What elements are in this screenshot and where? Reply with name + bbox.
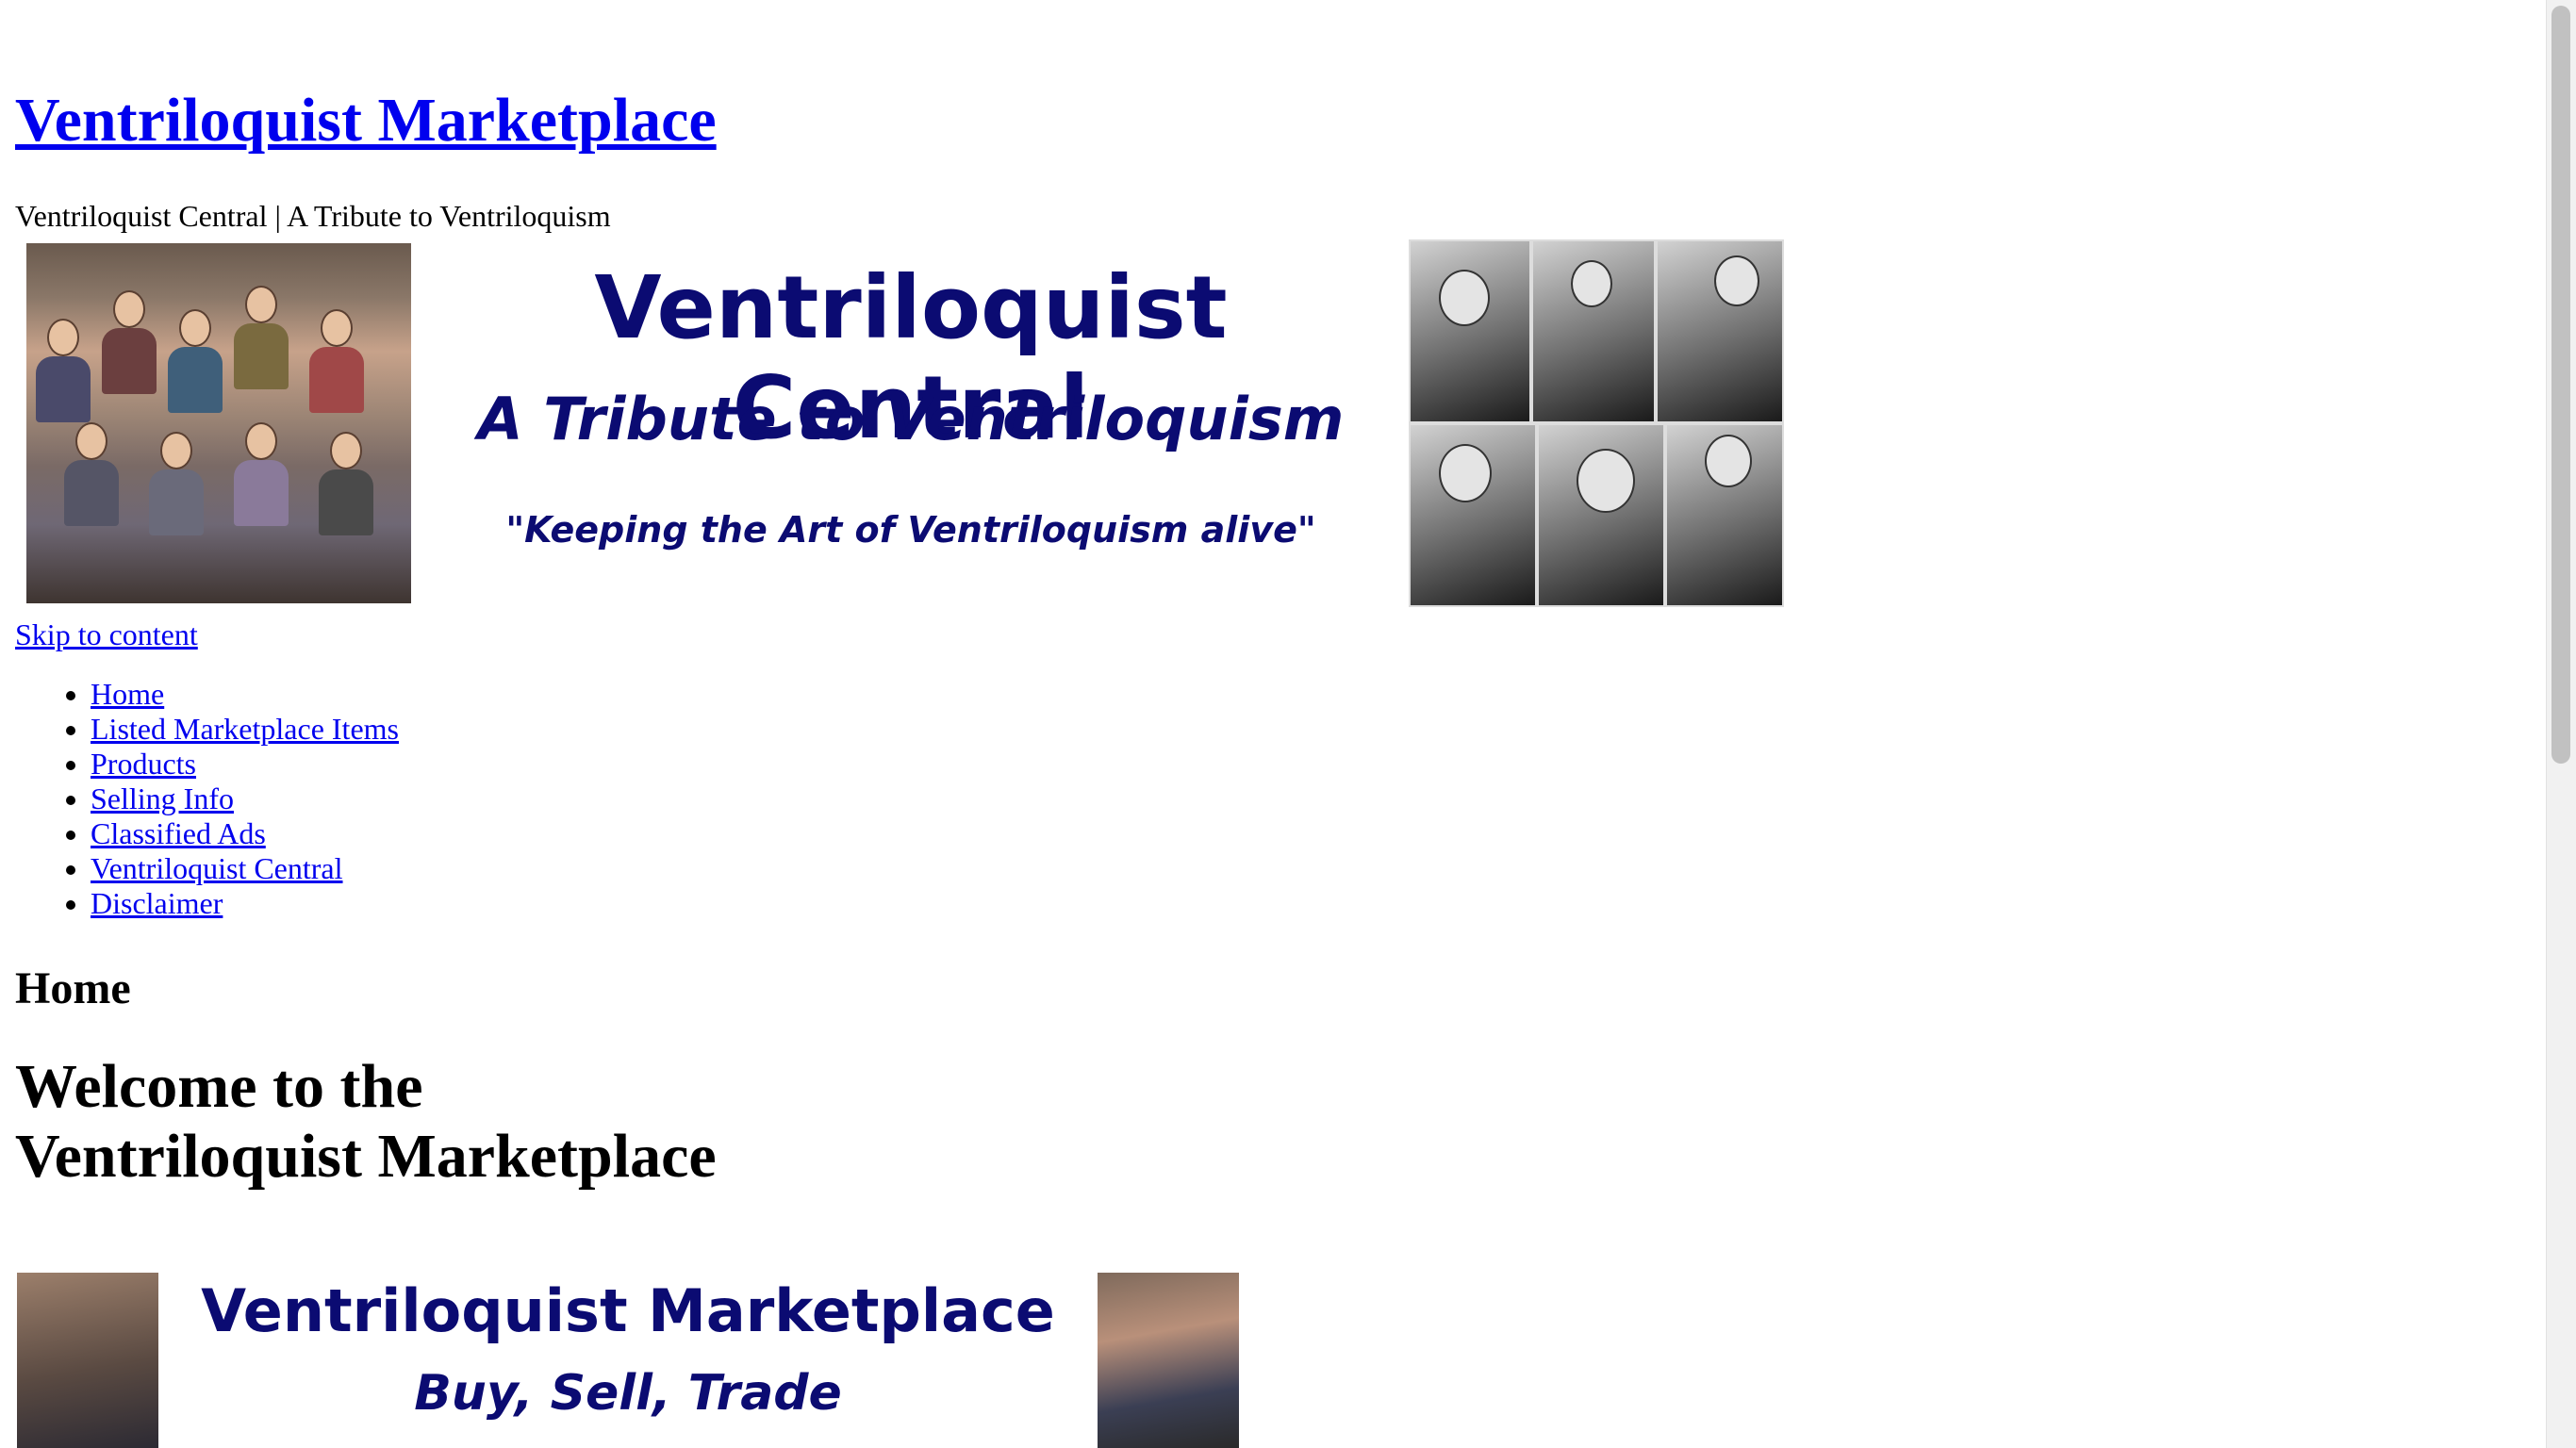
nav-item-products: Products <box>91 747 399 782</box>
nav-link-listed-marketplace-items[interactable]: Listed Marketplace Items <box>91 712 399 746</box>
page-title: Home <box>15 963 131 1013</box>
ventriloquists-collage <box>1409 239 1784 607</box>
banner-text: Ventriloquist Central A Tribute to Ventr… <box>421 239 1401 607</box>
nav-item-selling-info: Selling Info <box>91 782 399 816</box>
nav-link-ventriloquist-central[interactable]: Ventriloquist Central <box>91 851 343 885</box>
nav-item-disclaimer: Disclaimer <box>91 886 399 921</box>
marketplace-banner: Ventriloquist Marketplace Buy, Sell, Tra… <box>17 1271 1241 1448</box>
skip-to-content-link[interactable]: Skip to content <box>15 617 198 652</box>
vertical-scrollbar[interactable] <box>2546 0 2576 1448</box>
welcome-line-2: Ventriloquist Marketplace <box>15 1122 717 1191</box>
header-banner: Ventriloquist Central A Tribute to Ventr… <box>15 239 1784 607</box>
nav-link-selling-info[interactable]: Selling Info <box>91 782 234 815</box>
nav-link-classified-ads[interactable]: Classified Ads <box>91 816 266 850</box>
site-title-link[interactable]: Ventriloquist Marketplace <box>15 86 717 155</box>
nav-item-listed-marketplace-items: Listed Marketplace Items <box>91 712 399 747</box>
banner-subtitle: A Tribute to Ventriloquism <box>477 385 1345 453</box>
welcome-heading: Welcome to the Ventriloquist Marketplace <box>15 1052 717 1192</box>
banner-slogan: "Keeping the Art of Ventriloquism alive" <box>505 509 1316 551</box>
welcome-line-1: Welcome to the <box>15 1052 423 1121</box>
nav-item-ventriloquist-central: Ventriloquist Central <box>91 851 399 886</box>
page: Ventriloquist Marketplace Ventriloquist … <box>0 0 2546 1448</box>
dummies-group-photo <box>26 243 411 603</box>
nav-link-products[interactable]: Products <box>91 747 196 781</box>
marketplace-banner-title: Ventriloquist Marketplace <box>201 1276 1055 1345</box>
dummy-photo-left <box>17 1273 158 1448</box>
nav-link-home[interactable]: Home <box>91 677 164 711</box>
nav-link-disclaimer[interactable]: Disclaimer <box>91 886 223 920</box>
site-title: Ventriloquist Marketplace <box>15 83 717 157</box>
nav-item-home: Home <box>91 677 399 712</box>
dummy-photo-right <box>1098 1273 1239 1448</box>
site-tagline: Ventriloquist Central | A Tribute to Ven… <box>15 199 611 233</box>
main-navigation: Home Listed Marketplace Items Products S… <box>15 677 399 921</box>
scrollbar-thumb[interactable] <box>2551 6 2570 764</box>
nav-item-classified-ads: Classified Ads <box>91 816 399 851</box>
marketplace-banner-subtitle: Buy, Sell, Trade <box>414 1365 842 1422</box>
